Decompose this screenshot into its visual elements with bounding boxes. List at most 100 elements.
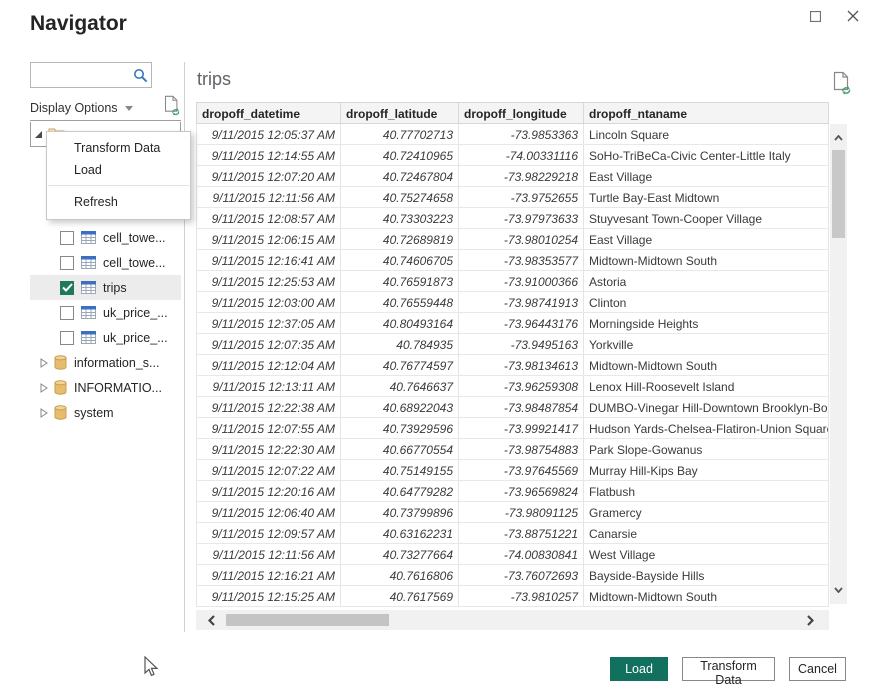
table-cell: 40.73929596 xyxy=(341,418,459,438)
table-cell: 9/11/2015 12:07:20 AM xyxy=(197,166,341,186)
table-cell: -73.9853363 xyxy=(459,124,584,144)
load-button[interactable]: Load xyxy=(610,657,668,681)
vertical-scrollbar[interactable] xyxy=(830,124,847,604)
tree-item-label: uk_price_... xyxy=(103,331,168,345)
preview-title: trips xyxy=(197,69,231,90)
table-row: 9/11/2015 12:22:38 AM40.68922043-73.9848… xyxy=(197,397,829,418)
table-cell: 40.7646637 xyxy=(341,376,459,396)
transform-data-button[interactable]: Transform Data xyxy=(682,657,775,681)
table-cell: 9/11/2015 12:22:38 AM xyxy=(197,397,341,417)
tree-item-uk-price[interactable]: uk_price_... xyxy=(30,300,181,325)
refresh-preview-icon[interactable] xyxy=(833,71,852,100)
tree-item-label: uk_price_... xyxy=(103,306,168,320)
table-row: 9/11/2015 12:06:40 AM40.73799896-73.9809… xyxy=(197,502,829,523)
display-options-dropdown[interactable]: Display Options xyxy=(30,101,133,115)
maximize-icon xyxy=(810,11,821,22)
column-header-dropoff_latitude[interactable]: dropoff_latitude xyxy=(341,103,459,123)
horizontal-scrollbar[interactable] xyxy=(196,610,829,630)
table-cell: Stuyvesant Town-Cooper Village xyxy=(584,208,829,228)
menu-item-transform-data[interactable]: Transform Data xyxy=(47,137,190,159)
column-header-dropoff_ntaname[interactable]: dropoff_ntaname xyxy=(584,103,828,123)
table-row: 9/11/2015 12:08:57 AM40.73303223-73.9797… xyxy=(197,208,829,229)
checkbox[interactable] xyxy=(60,231,74,245)
table-cell: 9/11/2015 12:07:55 AM xyxy=(197,418,341,438)
table-row: 9/11/2015 12:07:20 AM40.72467804-73.9822… xyxy=(197,166,829,187)
page-title: Navigator xyxy=(30,12,127,36)
table-cell: -73.88751221 xyxy=(459,523,584,543)
table-cell: -73.98091125 xyxy=(459,502,584,522)
tree-item-uk-price[interactable]: uk_price_... xyxy=(30,325,181,350)
checkbox[interactable] xyxy=(60,306,74,320)
table-cell: -73.9495163 xyxy=(459,334,584,354)
table-cell: -73.96569824 xyxy=(459,481,584,501)
table-body: 9/11/2015 12:05:37 AM40.77702713-73.9853… xyxy=(196,124,829,607)
tree-item-system[interactable]: system xyxy=(30,400,181,425)
tree-item-informatio[interactable]: INFORMATIO... xyxy=(30,375,181,400)
expand-arrow-icon[interactable] xyxy=(40,358,54,368)
scroll-down-icon[interactable] xyxy=(830,582,847,598)
table-cell: Gramercy xyxy=(584,502,829,522)
close-button[interactable] xyxy=(839,4,867,28)
table-row: 9/11/2015 12:07:35 AM40.784935-73.949516… xyxy=(197,334,829,355)
column-header-dropoff_longitude[interactable]: dropoff_longitude xyxy=(459,103,584,123)
table-cell: Morningside Heights xyxy=(584,313,829,333)
table-cell: 9/11/2015 12:11:56 AM xyxy=(197,544,341,564)
scroll-up-icon[interactable] xyxy=(830,130,847,146)
tree-item-information-s[interactable]: information_s... xyxy=(30,350,181,375)
tree-item-label: cell_towe... xyxy=(103,231,166,245)
mouse-cursor xyxy=(144,656,160,683)
table-cell: -74.00331116 xyxy=(459,145,584,165)
checkbox[interactable] xyxy=(60,256,74,270)
maximize-button[interactable] xyxy=(801,4,829,28)
table-cell: East Village xyxy=(584,166,829,186)
table-cell: Turtle Bay-East Midtown xyxy=(584,187,829,207)
scroll-right-icon[interactable] xyxy=(801,610,819,630)
menu-item-load[interactable]: Load xyxy=(47,159,190,181)
tree-item-trips[interactable]: trips xyxy=(30,275,181,300)
scroll-left-icon[interactable] xyxy=(202,610,220,630)
table-row: 9/11/2015 12:07:22 AM40.75149155-73.9764… xyxy=(197,460,829,481)
table-header-row: dropoff_datetimedropoff_latitudedropoff_… xyxy=(196,102,829,124)
table-row: 9/11/2015 12:37:05 AM40.80493164-73.9644… xyxy=(197,313,829,334)
table-cell: 40.7616806 xyxy=(341,565,459,585)
table-cell: 9/11/2015 12:06:40 AM xyxy=(197,502,341,522)
refresh-source-icon[interactable] xyxy=(164,95,181,121)
table-cell: -73.98487854 xyxy=(459,397,584,417)
tree-item-cell-towe[interactable]: cell_towe... xyxy=(30,250,181,275)
table-cell: 40.76774597 xyxy=(341,355,459,375)
horizontal-scrollbar-thumb[interactable] xyxy=(226,614,389,626)
table-cell: 9/11/2015 12:13:11 AM xyxy=(197,376,341,396)
table-row: 9/11/2015 12:11:56 AM40.73277664-74.0083… xyxy=(197,544,829,565)
table-cell: Clinton xyxy=(584,292,829,312)
table-cell: Lenox Hill-Roosevelt Island xyxy=(584,376,829,396)
search-icon[interactable] xyxy=(129,68,151,83)
table-cell: -73.98229218 xyxy=(459,166,584,186)
vertical-scrollbar-thumb[interactable] xyxy=(832,150,845,238)
chevron-down-icon xyxy=(125,106,133,111)
table-cell: 40.73277664 xyxy=(341,544,459,564)
table-cell: 9/11/2015 12:03:00 AM xyxy=(197,292,341,312)
search-input[interactable] xyxy=(31,68,129,82)
checkbox[interactable] xyxy=(60,331,74,345)
tree-item-cell-towe[interactable]: cell_towe... xyxy=(30,225,181,250)
table-cell: 40.76559448 xyxy=(341,292,459,312)
search-box xyxy=(30,62,152,88)
table-row: 9/11/2015 12:15:25 AM40.7617569-73.98102… xyxy=(197,586,829,607)
table-row: 9/11/2015 12:05:37 AM40.77702713-73.9853… xyxy=(197,124,829,145)
table-cell: Astoria xyxy=(584,271,829,291)
expand-arrow-icon[interactable] xyxy=(40,383,54,393)
expand-arrow-icon[interactable] xyxy=(40,408,54,418)
cancel-button[interactable]: Cancel xyxy=(789,657,846,681)
table-cell: Bayside-Bayside Hills xyxy=(584,565,829,585)
table-cell: -73.91000366 xyxy=(459,271,584,291)
table-row: 9/11/2015 12:03:00 AM40.76559448-73.9874… xyxy=(197,292,829,313)
table-cell: 40.75274658 xyxy=(341,187,459,207)
table-row: 9/11/2015 12:16:41 AM40.74606705-73.9835… xyxy=(197,250,829,271)
checkbox[interactable] xyxy=(60,281,74,295)
database-icon xyxy=(54,380,67,395)
context-menu: Transform DataLoad Refresh xyxy=(46,131,191,220)
menu-item-refresh[interactable]: Refresh xyxy=(47,191,190,213)
table-cell: 40.72467804 xyxy=(341,166,459,186)
column-header-dropoff_datetime[interactable]: dropoff_datetime xyxy=(197,103,341,123)
table-cell: 40.7617569 xyxy=(341,586,459,606)
